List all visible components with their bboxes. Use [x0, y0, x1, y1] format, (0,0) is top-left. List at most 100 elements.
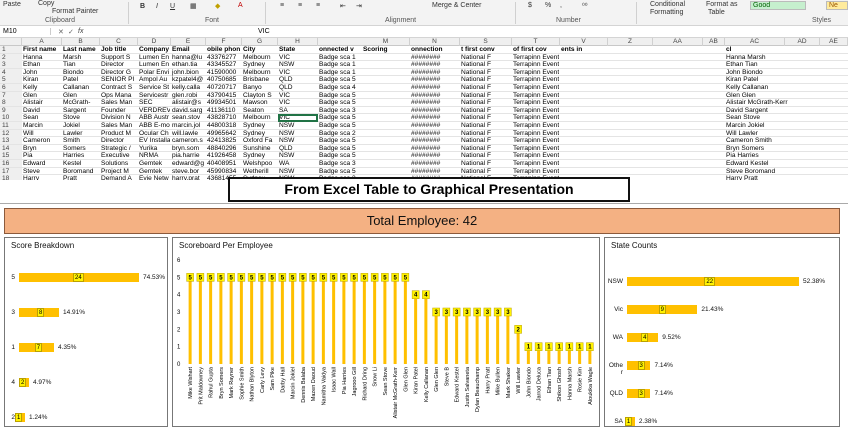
- format-as-table-sub[interactable]: Table: [708, 9, 725, 16]
- table-cell[interactable]: [561, 145, 724, 152]
- table-cell[interactable]: 48840296: [207, 145, 241, 152]
- table-cell[interactable]: marcin.jol: [172, 122, 205, 129]
- table-cell[interactable]: Kelly: [23, 84, 61, 91]
- table-cell[interactable]: Will: [23, 130, 61, 137]
- column-header[interactable]: H: [278, 38, 318, 46]
- comma-button[interactable]: ,: [560, 2, 562, 9]
- table-cell[interactable]: Scoring: [363, 46, 409, 53]
- table-cell[interactable]: Badge sca 5: [319, 152, 361, 159]
- table-cell[interactable]: ########: [411, 160, 459, 167]
- table-cell[interactable]: kelly.calla: [172, 84, 205, 91]
- table-cell[interactable]: Badge sca 5: [319, 76, 361, 83]
- table-cell[interactable]: Alistair: [23, 99, 61, 106]
- table-cell[interactable]: Patel: [63, 76, 99, 83]
- table-cell[interactable]: t first conv: [461, 46, 511, 53]
- table-cell[interactable]: David: [23, 107, 61, 114]
- table-cell[interactable]: Sunshine: [243, 145, 277, 152]
- decimal-icon[interactable]: ⁰⁰: [582, 2, 588, 10]
- column-header[interactable]: AB: [703, 38, 725, 46]
- table-cell[interactable]: Badge sca 5: [319, 145, 361, 152]
- table-cell[interactable]: [363, 54, 409, 61]
- table-cell[interactable]: ########: [411, 84, 459, 91]
- table-cell[interactable]: Founder: [101, 107, 137, 114]
- table-cell[interactable]: Badge sca 3: [319, 160, 361, 167]
- paste-button[interactable]: Paste: [3, 1, 21, 8]
- row-number[interactable]: 15: [0, 152, 22, 160]
- table-cell[interactable]: NSW: [279, 130, 317, 137]
- column-header[interactable]: AC: [725, 38, 785, 46]
- table-cell[interactable]: Ops Mana: [101, 92, 137, 99]
- table-cell[interactable]: Marcin: [23, 122, 61, 129]
- table-cell[interactable]: Bryn: [23, 145, 61, 152]
- table-cell[interactable]: Edward Kestel: [726, 160, 847, 167]
- table-cell[interactable]: VIC: [279, 54, 317, 61]
- style-good[interactable]: Good: [750, 1, 806, 10]
- table-cell[interactable]: Sydney: [243, 61, 277, 68]
- table-cell[interactable]: SEC: [139, 99, 170, 106]
- table-cell[interactable]: Tian: [63, 61, 99, 68]
- table-cell[interactable]: National F: [461, 76, 511, 83]
- table-cell[interactable]: ########: [411, 130, 459, 137]
- table-cell[interactable]: Division N: [101, 114, 137, 121]
- table-cell[interactable]: Sean: [23, 114, 61, 121]
- table-cell[interactable]: Steve: [23, 168, 61, 175]
- table-cell[interactable]: cl: [726, 46, 847, 53]
- table-cell[interactable]: Harries: [63, 152, 99, 159]
- column-header[interactable]: E: [171, 38, 206, 46]
- table-cell[interactable]: First name: [23, 46, 61, 53]
- cancel-icon[interactable]: ✕: [58, 28, 64, 36]
- table-cell[interactable]: Will Lawler: [726, 130, 847, 137]
- table-cell[interactable]: [561, 160, 724, 167]
- row-number[interactable]: 5: [0, 76, 22, 84]
- column-header[interactable]: Z: [608, 38, 653, 46]
- row-number[interactable]: 6: [0, 84, 22, 91]
- table-cell[interactable]: onnected v: [319, 46, 361, 53]
- table-cell[interactable]: Service St: [139, 84, 170, 91]
- table-cell[interactable]: [561, 107, 724, 114]
- table-cell[interactable]: Badge sca 3: [319, 107, 361, 114]
- currency-button[interactable]: $: [528, 2, 532, 9]
- column-header[interactable]: N: [410, 38, 460, 46]
- row-number[interactable]: 14: [0, 144, 22, 152]
- table-cell[interactable]: National F: [461, 137, 511, 144]
- column-header[interactable]: V: [560, 38, 608, 46]
- table-cell[interactable]: Badge sca 5: [319, 92, 361, 99]
- column-header[interactable]: B: [62, 38, 100, 46]
- table-cell[interactable]: ########: [411, 61, 459, 68]
- table-cell[interactable]: VIC: [279, 99, 317, 106]
- selected-cell[interactable]: [278, 114, 318, 123]
- table-cell[interactable]: [363, 99, 409, 106]
- table-cell[interactable]: of first cov: [513, 46, 559, 53]
- table-cell[interactable]: Terrapinn Events: [513, 69, 559, 76]
- table-cell[interactable]: Gemtek: [139, 168, 170, 175]
- align-center-icon[interactable]: ≡: [298, 2, 302, 9]
- merge-center-button[interactable]: Merge & Center: [432, 2, 481, 9]
- table-cell[interactable]: Terrapinn Events: [513, 145, 559, 152]
- name-box[interactable]: M10: [3, 28, 51, 35]
- table-cell[interactable]: Director: [101, 61, 137, 68]
- table-cell[interactable]: [561, 137, 724, 144]
- table-cell[interactable]: Badge sca 5: [319, 168, 361, 175]
- table-cell[interactable]: steve.bor: [172, 168, 205, 175]
- table-cell[interactable]: NRMA: [139, 152, 170, 159]
- table-cell[interactable]: Job title: [101, 46, 137, 53]
- table-cell[interactable]: ########: [411, 168, 459, 175]
- table-cell[interactable]: Demand A: [101, 175, 137, 180]
- table-cell[interactable]: Servicestr: [139, 92, 170, 99]
- row-number[interactable]: 12: [0, 129, 22, 137]
- table-cell[interactable]: ########: [411, 54, 459, 61]
- row-number[interactable]: 13: [0, 137, 22, 145]
- table-cell[interactable]: david.sarg: [172, 107, 205, 114]
- table-cell[interactable]: Badge sca 2: [319, 130, 361, 137]
- table-row[interactable]: 14 Bryn Somers Strategic / Yurika bryn.som 488…: [0, 144, 848, 153]
- table-cell[interactable]: Melbourn: [243, 114, 277, 121]
- table-cell[interactable]: Company: [139, 46, 170, 53]
- table-cell[interactable]: ########: [411, 137, 459, 144]
- table-cell[interactable]: Kestel: [63, 160, 99, 167]
- table-cell[interactable]: Mawson: [243, 99, 277, 106]
- table-cell[interactable]: john.bion: [172, 69, 205, 76]
- table-cell[interactable]: EV Installa: [139, 137, 170, 144]
- table-cell[interactable]: Bryn Somers: [726, 145, 847, 152]
- table-cell[interactable]: National F: [461, 145, 511, 152]
- table-cell[interactable]: Polar Envi: [139, 69, 170, 76]
